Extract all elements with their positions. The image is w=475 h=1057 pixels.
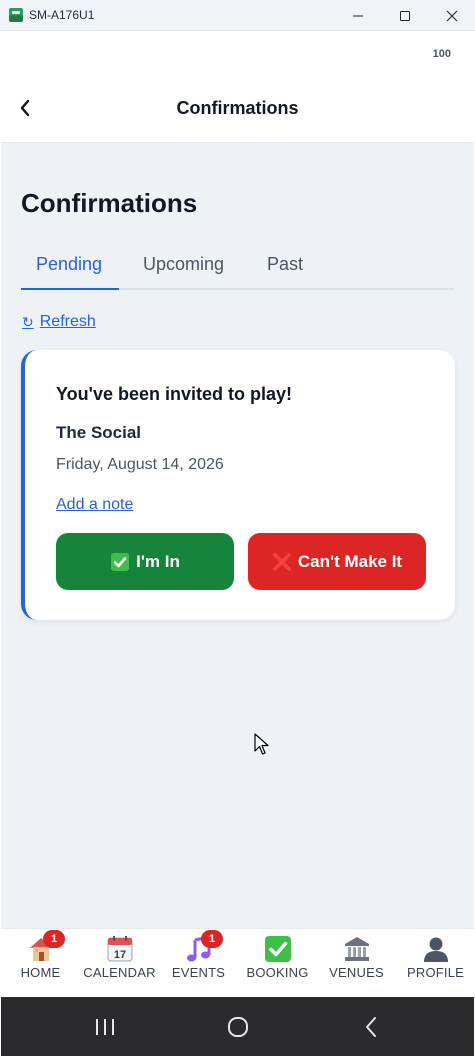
maximize-icon [399,10,410,21]
nav-booking[interactable]: BOOKING [238,929,317,998]
app-header: Confirmations [1,71,474,143]
window-title: SM-A176U1 [29,8,95,22]
invitation-heading: You've been invited to play! [56,384,292,404]
check-box-icon [111,552,130,571]
cross-mark-icon [272,552,291,571]
nav-venues-label: VENUES [329,965,384,980]
im-in-button[interactable]: I'm In [56,533,234,590]
add-note-link[interactable]: Add a note [56,496,133,514]
minimize-icon [352,15,363,16]
building-columns-icon [344,937,369,961]
window-titlebar: SM-A176U1 [0,0,475,31]
refresh-icon: ↻ [22,313,34,330]
recents-icon [96,1018,114,1035]
home-badge: 1 [43,930,65,948]
confirmation-tabs: Pending Upcoming Past [21,245,454,290]
nav-events[interactable]: 1 EVENTS [159,929,238,998]
battery-level: 100 [432,48,451,60]
nav-booking-label: BOOKING [246,965,309,980]
home-system-button[interactable] [198,997,278,1056]
cant-make-it-button[interactable]: Can't Make It [248,533,426,590]
android-system-nav [1,997,474,1056]
nav-events-label: EVENTS [171,965,226,980]
check-box-icon [264,936,291,962]
active-tab-indicator [21,288,119,290]
nav-home-label: HOME [20,965,61,980]
person-silhouette-icon [423,937,448,962]
nav-calendar-label: CALENDAR [83,965,156,980]
page-title: Confirmations [21,188,198,218]
nav-home[interactable]: 1 HOME [1,929,80,998]
status-bar: 100 [1,31,474,71]
home-circle-icon [228,1016,248,1037]
recents-button[interactable] [65,997,145,1056]
refresh-link[interactable]: ↻ Refresh [22,313,96,331]
tab-pending[interactable]: Pending [36,254,102,275]
nav-profile[interactable]: PROFILE [396,929,474,998]
cant-make-it-label: Can't Make It [297,551,403,571]
close-icon [446,10,457,21]
nav-venues[interactable]: VENUES [317,929,396,998]
app-icon [9,8,23,22]
nav-calendar[interactable]: 17 CALENDAR [80,929,159,998]
mouse-pointer-icon [254,733,269,755]
calendar-icon: 17 [107,936,132,962]
events-badge: 1 [201,930,223,948]
invitation-card: You've been invited to play! The Social … [21,350,455,620]
calendar-day: 17 [113,949,125,961]
im-in-label: I'm In [136,551,180,571]
bottom-navigation: 1 HOME 17 CALENDAR 1 EVENTS BOOKING VENU… [1,928,474,997]
venue-name: The Social [56,423,142,442]
refresh-label: Refresh [39,313,96,330]
close-button[interactable] [428,0,475,31]
maximize-button[interactable] [381,0,428,31]
event-date: Friday, August 14, 2026 [56,456,224,473]
back-system-button[interactable] [331,997,411,1056]
header-title: Confirmations [176,98,299,118]
phone-screen: 100 Confirmations Confirmations Pending … [1,31,474,1056]
tab-upcoming[interactable]: Upcoming [143,254,224,275]
nav-profile-label: PROFILE [406,965,465,980]
window-controls [334,0,475,31]
tab-past[interactable]: Past [267,254,303,275]
minimize-button[interactable] [334,0,381,31]
back-icon [366,1016,376,1037]
